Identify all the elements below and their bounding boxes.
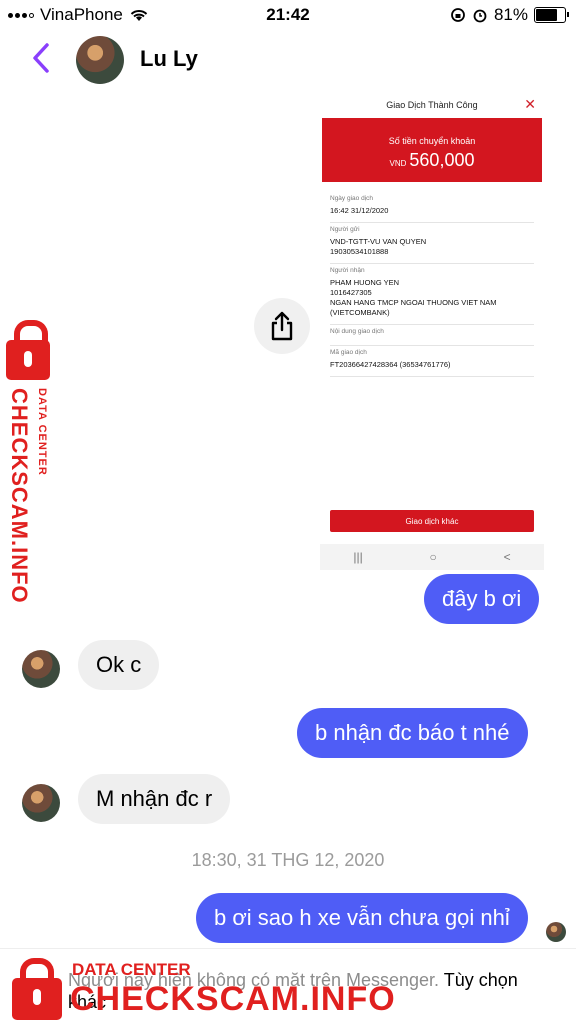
- detail-row: Mã giao dịch FT20366427428364 (365347617…: [330, 346, 534, 377]
- lock-icon: [6, 320, 50, 380]
- message-bubble[interactable]: Ok c: [78, 640, 160, 690]
- rotation-lock-icon: [451, 8, 465, 22]
- detail-row: Ngày giao dịch 16:42 31/12/2020: [330, 192, 534, 223]
- back-nav-icon: <: [503, 550, 511, 564]
- currency: VND: [389, 159, 407, 168]
- contact-name[interactable]: Lu Ly: [140, 46, 198, 72]
- amount-box: Số tiền chuyển khoản VND 560,000: [322, 118, 542, 182]
- detail-label: Mã giao dịch: [330, 349, 367, 356]
- status-bar: VinaPhone 21:42 81%: [0, 0, 576, 30]
- share-button[interactable]: [254, 298, 310, 354]
- share-icon: [271, 311, 293, 341]
- contact-avatar[interactable]: [76, 36, 124, 84]
- battery-fill: [536, 9, 558, 21]
- receipt-title: Giao Dịch Thành Công: [386, 100, 478, 110]
- chat-header: Lu Ly: [0, 30, 576, 90]
- close-icon: ✕: [524, 96, 536, 112]
- avatar[interactable]: [22, 650, 60, 688]
- detail-label: Nội dung giao dịch: [330, 328, 384, 335]
- receipt-image[interactable]: Giao Dịch Thành Công ✕ Số tiền chuyển kh…: [320, 88, 544, 570]
- battery-icon: [534, 7, 569, 23]
- detail-label: Người nhận: [330, 267, 365, 274]
- message-bubble[interactable]: đây b ơi: [424, 574, 540, 624]
- message-bubble[interactable]: b nhận đc báo t nhé: [297, 708, 528, 758]
- watermark-bottom: DATA CENTER CHECKSCAM.INFO: [4, 952, 395, 1022]
- watermark-sub: DATA CENTER: [72, 960, 191, 979]
- lock-icon: [12, 958, 62, 1020]
- timestamp: 18:30, 31 THG 12, 2020: [191, 850, 385, 870]
- home-icon: ○: [429, 550, 437, 564]
- status-right: 81%: [450, 5, 569, 25]
- amount: 560,000: [409, 150, 475, 170]
- detail-value: VND-TGTT-VU VAN QUYEN 19030534101888: [330, 237, 427, 256]
- message-bubble[interactable]: b ơi sao h xe vẫn chưa gọi nhỉ: [196, 893, 528, 943]
- battery-percent: 81%: [493, 5, 528, 24]
- back-icon[interactable]: [30, 42, 52, 74]
- detail-row: Nội dung giao dịch: [330, 325, 534, 346]
- detail-value: FT20366427428364 (36534761776): [330, 360, 451, 369]
- avatar[interactable]: [22, 784, 60, 822]
- alarm-icon: [473, 9, 487, 23]
- watermark-main: CHECKSCAM.INFO: [70, 980, 396, 1018]
- detail-value: PHAM HUONG YEN 1016427305 NGAN HANG TMCP…: [330, 278, 497, 317]
- receipt-details: Ngày giao dịch 16:42 31/12/2020 Người gử…: [330, 192, 534, 377]
- detail-value: 16:42 31/12/2020: [330, 206, 389, 215]
- android-nav-bar: ||| ○ <: [320, 544, 544, 570]
- recents-icon: |||: [353, 550, 363, 564]
- detail-label: Ngày giao dịch: [330, 195, 373, 202]
- watermark-main: CHECKSCAM.INFO: [7, 388, 32, 604]
- amount-value: VND 560,000: [322, 150, 542, 171]
- detail-row: Người nhận PHAM HUONG YEN 1016427305 NGA…: [330, 264, 534, 325]
- detail-row: Người gửi VND-TGTT-VU VAN QUYEN 19030534…: [330, 223, 534, 264]
- detail-label: Người gửi: [330, 226, 360, 233]
- other-transaction-button: Giao dịch khác: [330, 510, 534, 532]
- message-bubble[interactable]: M nhận đc r: [78, 774, 231, 824]
- watermark-sub: DATA CENTER: [36, 388, 48, 476]
- seen-avatar: [546, 922, 566, 942]
- amount-label: Số tiền chuyển khoản: [388, 136, 476, 146]
- watermark-vertical: CHECKSCAM.INFO DATA CENTER: [2, 310, 66, 604]
